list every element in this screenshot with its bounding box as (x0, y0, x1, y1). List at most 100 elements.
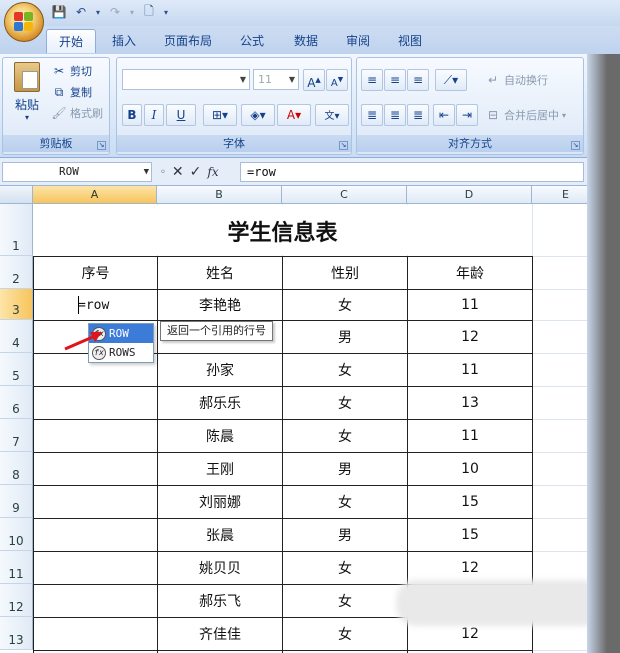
italic-button[interactable]: I (144, 104, 164, 126)
table-header-cell[interactable]: 序号 (34, 257, 157, 289)
paste-dropdown-icon[interactable]: ▾ (7, 113, 47, 122)
row-header-11[interactable]: 11 (0, 551, 33, 584)
table-cell[interactable]: 陈晨 (158, 420, 282, 452)
row-header-5[interactable]: 5 (0, 353, 33, 386)
wrap-text-button[interactable]: ↵ 自动换行 (485, 71, 548, 89)
customize-toolbar-icon[interactable]: ▾ (162, 4, 170, 20)
tab-page-layout[interactable]: 页面布局 (152, 29, 224, 53)
row-header-9[interactable]: 9 (0, 485, 33, 518)
table-cell[interactable]: 女 (283, 354, 407, 386)
align-top-button[interactable]: ≡ (361, 69, 383, 91)
fill-color-button[interactable]: ◈▾ (241, 104, 275, 126)
font-launcher-icon[interactable]: ↘ (339, 141, 348, 150)
table-cell[interactable]: 13 (408, 387, 532, 419)
tab-home[interactable]: 开始 (46, 29, 97, 53)
redo-dropdown-icon[interactable]: ▾ (128, 4, 136, 20)
table-cell[interactable]: 女 (283, 290, 407, 320)
column-header-e[interactable]: E (532, 186, 587, 204)
table-cell[interactable]: 男 (283, 453, 407, 485)
office-button[interactable] (4, 2, 44, 42)
underline-button[interactable]: U (166, 104, 196, 126)
table-cell[interactable]: 女 (283, 585, 407, 617)
table-cell[interactable]: 11 (408, 290, 532, 320)
orientation-button[interactable]: ⟋▾ (435, 69, 467, 91)
tab-data[interactable]: 数据 (282, 29, 330, 53)
column-header-b[interactable]: B (157, 186, 282, 204)
row-header-10[interactable]: 10 (0, 518, 33, 551)
table-cell[interactable]: 郝乐乐 (158, 387, 282, 419)
formula-bar-toggle-icon[interactable]: ◦ (160, 167, 166, 178)
row-header-2[interactable]: 2 (0, 256, 33, 289)
phonetic-button[interactable]: 文▾ (315, 104, 349, 126)
redo-icon[interactable]: ↷ (106, 4, 124, 20)
increase-indent-button[interactable]: ⇥ (456, 104, 478, 126)
row-header-13[interactable]: 13 (0, 617, 33, 650)
table-header-cell[interactable]: 年龄 (408, 257, 532, 289)
table-cell[interactable]: 女 (283, 420, 407, 452)
font-size-combo[interactable]: 11 ▼ (253, 69, 299, 90)
insert-function-icon[interactable]: fx (207, 165, 218, 179)
table-cell[interactable]: 男 (283, 519, 407, 551)
table-cell[interactable]: 15 (408, 519, 532, 551)
print-preview-icon[interactable]: 🗋 (140, 4, 158, 20)
align-bottom-button[interactable]: ≡ (407, 69, 429, 91)
table-header-cell[interactable]: 姓名 (158, 257, 282, 289)
shrink-font-button[interactable]: A▼ (326, 69, 348, 91)
table-cell[interactable]: 孙家 (158, 354, 282, 386)
tab-view[interactable]: 视图 (386, 29, 434, 53)
table-cell[interactable]: 齐佳佳 (158, 618, 282, 650)
undo-dropdown-icon[interactable]: ▾ (94, 4, 102, 20)
table-cell[interactable]: 郝乐飞 (158, 585, 282, 617)
merge-center-button[interactable]: ⊟ 合并后居中 ▾ (485, 106, 566, 124)
table-cell[interactable]: 11 (408, 420, 532, 452)
active-cell-a3[interactable]: =row (34, 290, 157, 320)
enter-icon[interactable]: ✓ (190, 164, 202, 180)
copy-button[interactable]: ⧉ 复制 (51, 83, 92, 101)
table-cell[interactable]: 男 (283, 321, 407, 353)
formula-input[interactable]: =row (240, 162, 584, 182)
clipboard-launcher-icon[interactable]: ↘ (97, 141, 106, 150)
table-cell[interactable]: 10 (408, 453, 532, 485)
decrease-indent-button[interactable]: ⇤ (433, 104, 455, 126)
bold-button[interactable]: B (122, 104, 142, 126)
chevron-down-icon[interactable]: ▼ (144, 163, 149, 181)
table-header-cell[interactable]: 性别 (283, 257, 407, 289)
grow-font-button[interactable]: A▲ (303, 69, 325, 91)
column-header-c[interactable]: C (282, 186, 407, 204)
table-cell[interactable]: 女 (283, 618, 407, 650)
table-cell[interactable]: 李艳艳 (158, 290, 282, 320)
table-cell[interactable]: 王刚 (158, 453, 282, 485)
name-box[interactable]: ROW ▼ (2, 162, 152, 182)
border-button[interactable]: ⊞▾ (203, 104, 237, 126)
table-cell[interactable]: 姚贝贝 (158, 552, 282, 584)
undo-icon[interactable]: ↶ (72, 4, 90, 20)
row-header-3[interactable]: 3 (0, 289, 33, 320)
tab-formulas[interactable]: 公式 (228, 29, 276, 53)
table-cell[interactable]: 15 (408, 486, 532, 518)
align-middle-button[interactable]: ≡ (384, 69, 406, 91)
row-header-6[interactable]: 6 (0, 386, 33, 419)
table-cell[interactable]: 刘丽娜 (158, 486, 282, 518)
table-cell[interactable]: 女 (283, 552, 407, 584)
table-cell[interactable]: 张晨 (158, 519, 282, 551)
font-name-combo[interactable]: ▼ (122, 69, 250, 90)
column-header-a[interactable]: A (33, 186, 157, 204)
paste-button[interactable]: 粘贴 ▾ (7, 62, 47, 132)
row-header-4[interactable]: 4 (0, 320, 33, 353)
font-color-button[interactable]: A▾ (277, 104, 311, 126)
worksheet[interactable]: A B C D E 1 2 3 4 5 6 7 8 9 10 11 12 13 学生信息表 序号 姓名 性别 年龄 =row 李… (0, 186, 587, 653)
align-center-button[interactable]: ≣ (384, 104, 406, 126)
table-cell[interactable]: 11 (408, 354, 532, 386)
align-right-button[interactable]: ≣ (407, 104, 429, 126)
row-header-1[interactable]: 1 (0, 204, 33, 256)
table-cell[interactable]: 女 (283, 387, 407, 419)
cancel-icon[interactable]: ✕ (172, 164, 184, 180)
format-painter-button[interactable]: 🖌 格式刷 (51, 104, 103, 122)
tab-review[interactable]: 审阅 (334, 29, 382, 53)
row-header-8[interactable]: 8 (0, 452, 33, 485)
cut-button[interactable]: ✂ 剪切 (51, 62, 92, 80)
align-left-button[interactable]: ≣ (361, 104, 383, 126)
tab-insert[interactable]: 插入 (100, 29, 148, 53)
row-header-12[interactable]: 12 (0, 584, 33, 617)
table-cell[interactable]: 12 (408, 321, 532, 353)
